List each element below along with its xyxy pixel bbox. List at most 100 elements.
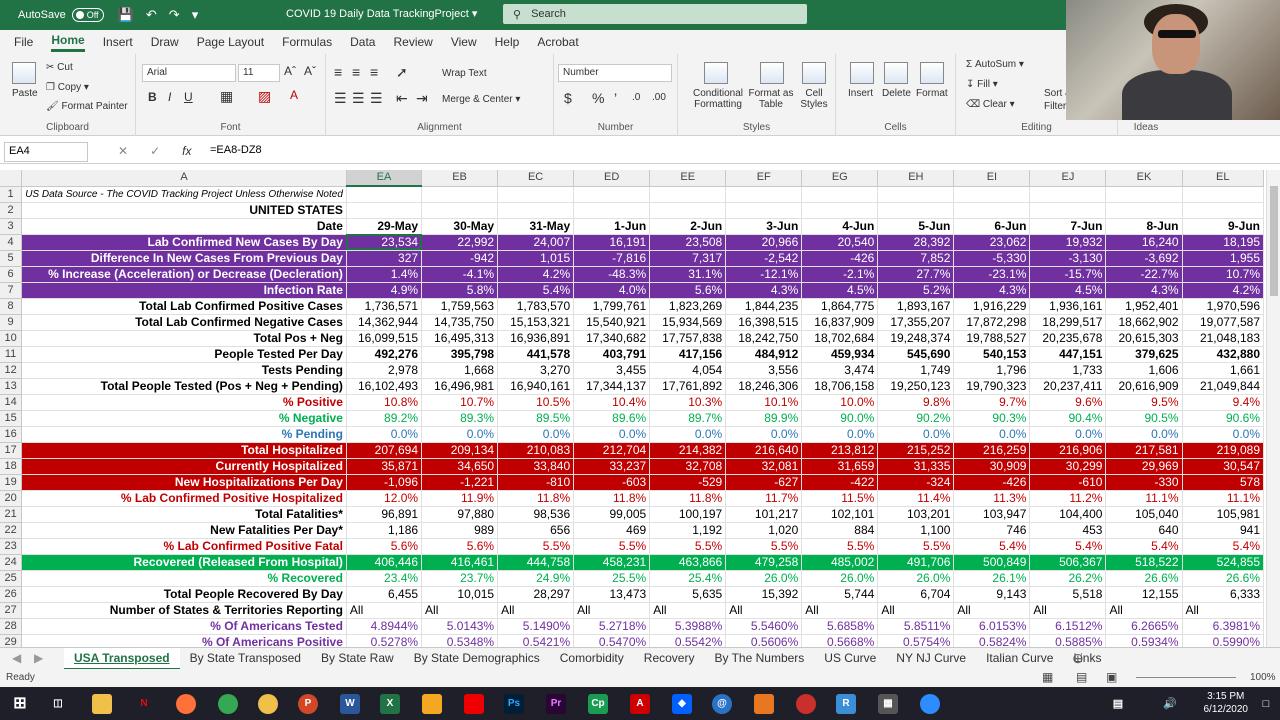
data-cell[interactable]: 506,367 <box>1029 554 1107 571</box>
data-cell[interactable]: 492,276 <box>346 346 423 363</box>
row-label-cell[interactable]: Number of States & Territories Reporting <box>21 602 347 619</box>
data-cell[interactable]: 6.1512% <box>1029 618 1107 635</box>
data-cell[interactable]: 1,893,167 <box>877 298 955 315</box>
data-cell[interactable]: 89.9% <box>725 410 803 427</box>
data-cell[interactable]: 19,788,527 <box>953 330 1031 347</box>
data-cell[interactable]: 24,007 <box>497 234 575 251</box>
tab-acrobat[interactable]: Acrobat <box>537 35 578 49</box>
data-cell[interactable]: 463,866 <box>649 554 727 571</box>
data-cell[interactable]: -324 <box>877 474 955 491</box>
data-cell[interactable]: -15.7% <box>1029 266 1107 283</box>
number-format-select[interactable]: Number <box>558 64 672 82</box>
column-header-ef[interactable]: EF <box>725 170 803 187</box>
data-cell[interactable]: 11.1% <box>1182 490 1265 507</box>
row-label-cell[interactable]: % Positive <box>21 394 347 411</box>
data-cell[interactable]: 17,761,892 <box>649 378 727 395</box>
data-cell[interactable]: 214,382 <box>649 442 727 459</box>
cell-styles-icon[interactable] <box>802 62 826 84</box>
currency-icon[interactable]: $ <box>564 90 572 106</box>
excel-icon[interactable]: X <box>380 694 400 714</box>
data-cell[interactable]: 1,796 <box>953 362 1031 379</box>
network-icon[interactable]: ▤ <box>1108 694 1128 714</box>
data-cell[interactable]: 15,153,321 <box>497 314 575 331</box>
data-cell[interactable]: 105,040 <box>1105 506 1183 523</box>
volume-icon[interactable]: 🔊 <box>1160 694 1180 714</box>
data-cell[interactable]: 101,217 <box>725 506 803 523</box>
data-cell[interactable]: 3,474 <box>801 362 879 379</box>
data-cell[interactable]: 2-Jun <box>649 218 727 235</box>
data-cell[interactable]: 5.1490% <box>497 618 575 635</box>
data-cell[interactable]: 18,702,684 <box>801 330 879 347</box>
data-cell[interactable]: 31.1% <box>649 266 727 283</box>
format-table-icon[interactable] <box>760 62 784 84</box>
data-cell[interactable]: 5.4% <box>1105 538 1183 555</box>
row-label-cell[interactable]: Total Lab Confirmed Positive Cases <box>21 298 347 315</box>
increase-indent-icon[interactable]: ⇥ <box>416 90 428 107</box>
data-cell[interactable]: 1,952,401 <box>1105 298 1183 315</box>
data-cell[interactable]: 9.8% <box>877 394 955 411</box>
decrease-decimal-icon[interactable]: .00 <box>652 92 666 103</box>
data-cell[interactable] <box>649 186 727 203</box>
row-label-cell[interactable]: Lab Confirmed New Cases By Day <box>21 234 347 251</box>
data-cell[interactable]: All <box>421 602 499 619</box>
data-cell[interactable]: 989 <box>421 522 499 539</box>
app4-icon[interactable] <box>754 694 774 714</box>
file-explorer-icon[interactable] <box>92 694 112 714</box>
align-left-icon[interactable]: ☰ <box>334 90 347 107</box>
data-cell[interactable]: 219,089 <box>1182 442 1265 459</box>
data-cell[interactable]: All <box>573 602 651 619</box>
data-cell[interactable]: 4.5% <box>1029 282 1107 299</box>
data-cell[interactable]: 18,195 <box>1182 234 1265 251</box>
app3-icon[interactable]: @ <box>712 694 732 714</box>
data-cell[interactable]: 15,540,921 <box>573 314 651 331</box>
data-cell[interactable]: 5.5% <box>801 538 879 555</box>
data-cell[interactable]: All <box>1105 602 1183 619</box>
data-cell[interactable]: 103,947 <box>953 506 1031 523</box>
data-cell[interactable]: 26.2% <box>1029 570 1107 587</box>
data-cell[interactable]: 4.9% <box>346 282 423 299</box>
data-cell[interactable]: 12,155 <box>1105 586 1183 603</box>
data-cell[interactable]: 11.2% <box>1029 490 1107 507</box>
data-cell[interactable]: 5.4% <box>497 282 575 299</box>
column-header-eb[interactable]: EB <box>421 170 499 187</box>
sheet-tab-ny-nj-curve[interactable]: NY NJ Curve <box>886 648 976 670</box>
row-header[interactable]: 4 <box>0 234 23 251</box>
data-cell[interactable]: 10.8% <box>346 394 423 411</box>
grow-font-icon[interactable]: Aˆ <box>284 64 296 78</box>
data-cell[interactable] <box>573 202 651 219</box>
data-cell[interactable]: 23.7% <box>421 570 499 587</box>
data-cell[interactable]: 16,496,981 <box>421 378 499 395</box>
data-cell[interactable]: 6,704 <box>877 586 955 603</box>
data-cell[interactable]: 3,556 <box>725 362 803 379</box>
data-cell[interactable]: 5.5% <box>573 538 651 555</box>
data-cell[interactable]: -330 <box>1105 474 1183 491</box>
data-cell[interactable]: 21,049,844 <box>1182 378 1265 395</box>
data-cell[interactable]: 89.7% <box>649 410 727 427</box>
dropbox-icon[interactable]: ◆ <box>672 694 692 714</box>
data-cell[interactable]: 17,344,137 <box>573 378 651 395</box>
data-cell[interactable]: 9.6% <box>1029 394 1107 411</box>
data-cell[interactable]: 5.5% <box>497 538 575 555</box>
data-cell[interactable]: 16,837,909 <box>801 314 879 331</box>
data-cell[interactable]: 16,940,161 <box>497 378 575 395</box>
document-title[interactable]: COVID 19 Daily Data TrackingProject ▾ <box>286 7 477 20</box>
row-label-cell[interactable]: Total Pos + Neg <box>21 330 347 347</box>
tab-data[interactable]: Data <box>350 35 375 49</box>
data-cell[interactable]: 14,735,750 <box>421 314 499 331</box>
data-cell[interactable]: -3,130 <box>1029 250 1107 267</box>
data-cell[interactable]: 10.3% <box>649 394 727 411</box>
row-label-cell[interactable]: % Negative <box>21 410 347 427</box>
data-cell[interactable]: 1,736,571 <box>346 298 423 315</box>
autosave[interactable]: AutoSave Off <box>18 8 104 22</box>
row-label-cell[interactable]: People Tested Per Day <box>21 346 347 363</box>
data-cell[interactable]: 1,749 <box>877 362 955 379</box>
data-cell[interactable]: 18,662,902 <box>1105 314 1183 331</box>
data-cell[interactable]: 327 <box>346 250 423 267</box>
data-cell[interactable]: 10.4% <box>573 394 651 411</box>
data-cell[interactable]: 484,912 <box>725 346 803 363</box>
data-cell[interactable]: -627 <box>725 474 803 491</box>
row-header[interactable]: 13 <box>0 378 23 395</box>
data-cell[interactable]: 4.3% <box>725 282 803 299</box>
data-cell[interactable]: 10.1% <box>725 394 803 411</box>
data-cell[interactable]: 13,473 <box>573 586 651 603</box>
